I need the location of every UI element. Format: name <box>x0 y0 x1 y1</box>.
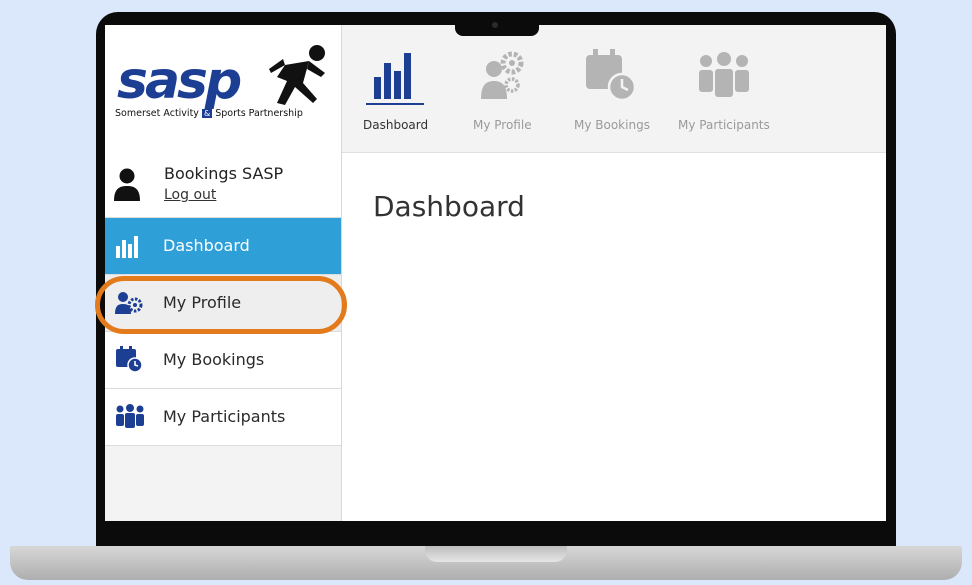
page-title: Dashboard <box>373 190 525 223</box>
active-tab-underline <box>366 103 424 105</box>
sidebar-item-label: My Participants <box>163 407 286 426</box>
logo-tagline: Somerset Activity & Sports Partnership <box>115 108 303 119</box>
logout-link[interactable]: Log out <box>164 187 216 203</box>
group-icon <box>116 404 144 428</box>
group-icon <box>699 52 749 97</box>
runner-icon <box>269 45 325 105</box>
app-screen: sasp Somerset Activity & Sports Partners… <box>105 25 886 521</box>
sidebar-item-my-participants[interactable]: My Participants <box>105 389 341 446</box>
sidebar-item-dashboard[interactable]: Dashboard <box>105 218 341 275</box>
highlight-ring <box>95 276 347 334</box>
sidebar-item-my-bookings[interactable]: My Bookings <box>105 332 341 389</box>
logo[interactable]: sasp Somerset Activity & Sports Partners… <box>105 25 341 153</box>
tab-my-profile[interactable]: My Profile <box>468 25 548 152</box>
tab-my-participants[interactable]: My Participants <box>674 25 774 152</box>
user-panel: Bookings SASP Log out <box>105 153 341 218</box>
user-name: Bookings SASP <box>164 164 284 183</box>
user-icon <box>114 168 140 201</box>
tab-label: Dashboard <box>363 118 429 132</box>
sidebar-item-label: Dashboard <box>163 236 250 255</box>
top-nav: Dashboard My Profile My Bookings My Part… <box>342 25 886 153</box>
user-gear-icon <box>481 51 524 99</box>
bar-chart-icon <box>116 236 138 258</box>
tab-dashboard[interactable]: Dashboard <box>360 25 430 152</box>
bar-chart-icon <box>374 53 411 99</box>
sidebar: sasp Somerset Activity & Sports Partners… <box>105 25 342 521</box>
camera-icon <box>492 22 498 28</box>
bezel-bottom <box>96 521 896 546</box>
tab-label: My Participants <box>678 118 770 132</box>
calendar-clock-icon <box>116 346 143 373</box>
tab-my-bookings[interactable]: My Bookings <box>570 25 656 152</box>
logo-wordmark: sasp <box>117 51 242 111</box>
calendar-clock-icon <box>586 49 637 102</box>
laptop-base-notch <box>425 546 567 562</box>
tab-label: My Profile <box>473 118 532 132</box>
tab-label: My Bookings <box>574 118 650 132</box>
sidebar-item-label: My Bookings <box>163 350 265 369</box>
